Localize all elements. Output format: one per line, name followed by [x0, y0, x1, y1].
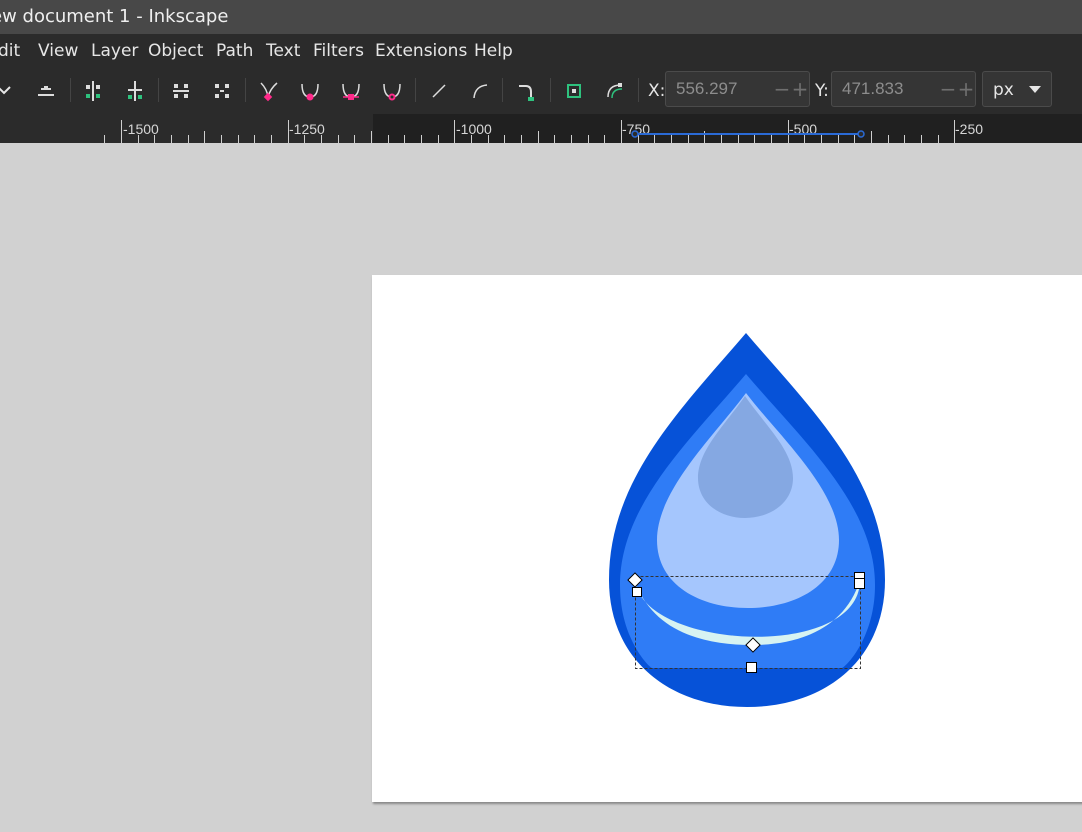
drawing-layer — [609, 333, 885, 707]
